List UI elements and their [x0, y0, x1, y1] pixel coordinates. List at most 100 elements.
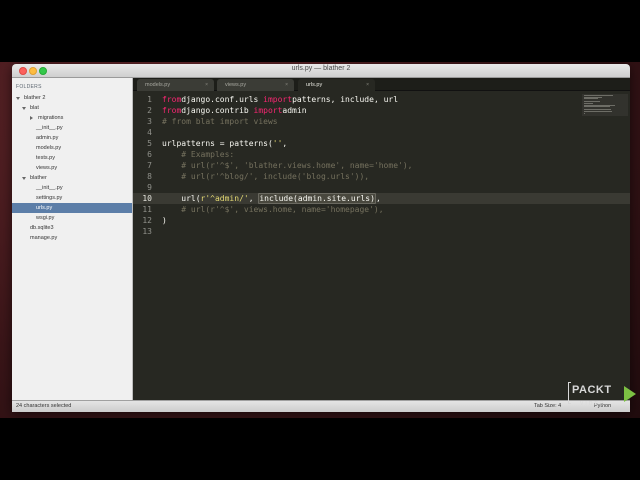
tab-label: urls.py [306, 82, 323, 88]
disclosure-down-icon[interactable] [16, 96, 20, 100]
sidebar-item-label: urls.py [36, 205, 53, 211]
close-tab-icon[interactable]: × [366, 79, 369, 91]
code-token: , [248, 194, 259, 203]
letterbox-top [0, 0, 640, 62]
file-tree: blather 2 blat migrations __init__.py admin.… [12, 93, 132, 243]
close-tab-icon[interactable]: × [205, 79, 208, 91]
sidebar-item[interactable]: admin.py [12, 133, 132, 143]
code-token: # Examples: [162, 150, 235, 159]
line-number: 3 [147, 117, 152, 126]
sidebar-item-label: __init__.py [36, 185, 63, 191]
line-number: 13 [142, 227, 152, 236]
code-line[interactable]: ) [162, 215, 167, 226]
sidebar: FOLDERS blather 2 blat migrations __init__.… [12, 78, 133, 400]
code-token: url( [162, 194, 201, 203]
tab-urls-py[interactable]: urls.py × [298, 79, 375, 91]
sublime-window: urls.py — blather 2 FOLDERS blather 2 bla… [12, 64, 630, 412]
disclosure-down-icon[interactable] [22, 176, 26, 180]
code-line[interactable]: # url(r'^$', 'blather.views.home', name=… [162, 160, 412, 171]
minimap[interactable] [580, 91, 630, 386]
code-token: urlpatterns = patterns( [162, 139, 273, 148]
sidebar-item[interactable]: blather 2 [12, 93, 132, 103]
sidebar-item-label: db.sqlite3 [30, 225, 54, 231]
sidebar-item[interactable]: settings.py [12, 193, 132, 203]
code-token: import [263, 95, 293, 104]
code-token: # url(r'^$', views.home, name='homepage'… [162, 205, 384, 214]
sidebar-item[interactable]: models.py [12, 143, 132, 153]
window-title: urls.py — blather 2 [291, 65, 351, 72]
sidebar-item-label: blat [30, 105, 39, 111]
minimap-line [584, 98, 599, 100]
line-number: 6 [147, 150, 152, 159]
line-number: 11 [142, 205, 152, 214]
selection-status: 24 characters selected [16, 403, 72, 409]
letterbox-bottom [0, 418, 640, 480]
sidebar-item[interactable]: wsgi.py [12, 213, 132, 223]
sidebar-item[interactable]: db.sqlite3 [12, 223, 132, 233]
code-line[interactable]: fromdjango.conf.urls importpatterns, inc… [162, 94, 398, 105]
sidebar-item[interactable]: blat [12, 103, 132, 113]
code-token: # from blat import views [162, 117, 278, 126]
code-token: , [375, 194, 381, 203]
minimap-line [584, 112, 585, 114]
tab-label: models.py [145, 82, 171, 88]
tab-views-py[interactable]: views.py × [217, 79, 294, 91]
sidebar-item[interactable]: tests.py [12, 153, 132, 163]
code-line[interactable]: fromdjango.contrib importadmin [162, 105, 307, 116]
sidebar-item-label: tests.py [36, 155, 55, 161]
sidebar-item-label: wsgi.py [36, 215, 55, 221]
sidebar-item[interactable]: views.py [12, 163, 132, 173]
logo-sub: VIDEO [580, 401, 606, 407]
selected-text: include(admin.site.urls) [258, 193, 376, 204]
editor[interactable]: models.py × views.py × urls.py × 1234567… [133, 78, 630, 400]
code-token: import [253, 106, 283, 115]
sidebar-item[interactable]: __init__.py [12, 183, 132, 193]
logo-name: PACKT [572, 384, 612, 396]
code-token: patterns, include, url [292, 95, 399, 104]
sidebar-item-label: blather [30, 175, 47, 181]
code-token: # url(r'^blog/', include('blog.urls')), [162, 172, 370, 181]
code-line[interactable]: # url(r'^blog/', include('blog.urls')), [162, 171, 369, 182]
minimap-line [584, 111, 612, 112]
folders-header: FOLDERS [16, 84, 42, 90]
line-number-gutter[interactable]: 1 2 3 4 5 6 7 8 9 10 11 12 13 [133, 91, 162, 386]
sidebar-item-label: migrations [38, 115, 64, 121]
code-token: django.contrib [181, 106, 254, 115]
sidebar-item-label: views.py [36, 165, 58, 171]
sidebar-item[interactable]: blather [12, 173, 132, 183]
sidebar-item[interactable]: manage.py [12, 233, 132, 243]
tab-bar: models.py × views.py × urls.py × [133, 78, 630, 91]
code-token: from [162, 95, 182, 104]
line-number: 10 [142, 194, 152, 203]
code-token: ) [162, 216, 167, 225]
disclosure-right-icon[interactable] [30, 115, 33, 120]
code-line[interactable]: urlpatterns = patterns('', [162, 138, 287, 149]
code-line[interactable]: # url(r'^$', views.home, name='homepage'… [162, 204, 384, 215]
line-number: 9 [147, 183, 152, 192]
sidebar-item-label: __init__.py [36, 125, 63, 131]
line-number: 7 [147, 161, 152, 170]
sidebar-item[interactable]: migrations [12, 113, 132, 123]
disclosure-down-icon[interactable] [22, 106, 26, 110]
tab-size-selector[interactable]: Tab Size: 4 [534, 401, 561, 412]
sidebar-item[interactable]: __init__.py [12, 123, 132, 133]
titlebar[interactable]: urls.py — blather 2 [12, 64, 630, 78]
sidebar-item-label: models.py [36, 145, 62, 151]
line-number: 12 [142, 216, 152, 225]
packt-video-logo: PACKT VIDEO [568, 382, 636, 418]
code-area[interactable]: fromdjango.conf.urls importpatterns, inc… [162, 91, 577, 386]
code-line[interactable]: url(r'^admin/', include(admin.site.urls)… [162, 193, 381, 204]
code-line[interactable]: # Examples: [162, 149, 234, 160]
tab-label: views.py [225, 82, 247, 88]
line-number: 2 [147, 106, 152, 115]
code-token: , [282, 139, 288, 148]
close-tab-icon[interactable]: × [285, 79, 288, 91]
code-line[interactable]: # from blat import views [162, 116, 278, 127]
tab-models-py[interactable]: models.py × [137, 79, 214, 91]
code-token: from [162, 106, 182, 115]
sidebar-item[interactable]: urls.py [12, 203, 132, 213]
minimap-line [584, 106, 610, 108]
status-bar: 24 characters selected Tab Size: 4 Pytho… [12, 400, 630, 412]
play-icon [624, 386, 636, 402]
line-number: 4 [147, 128, 152, 137]
